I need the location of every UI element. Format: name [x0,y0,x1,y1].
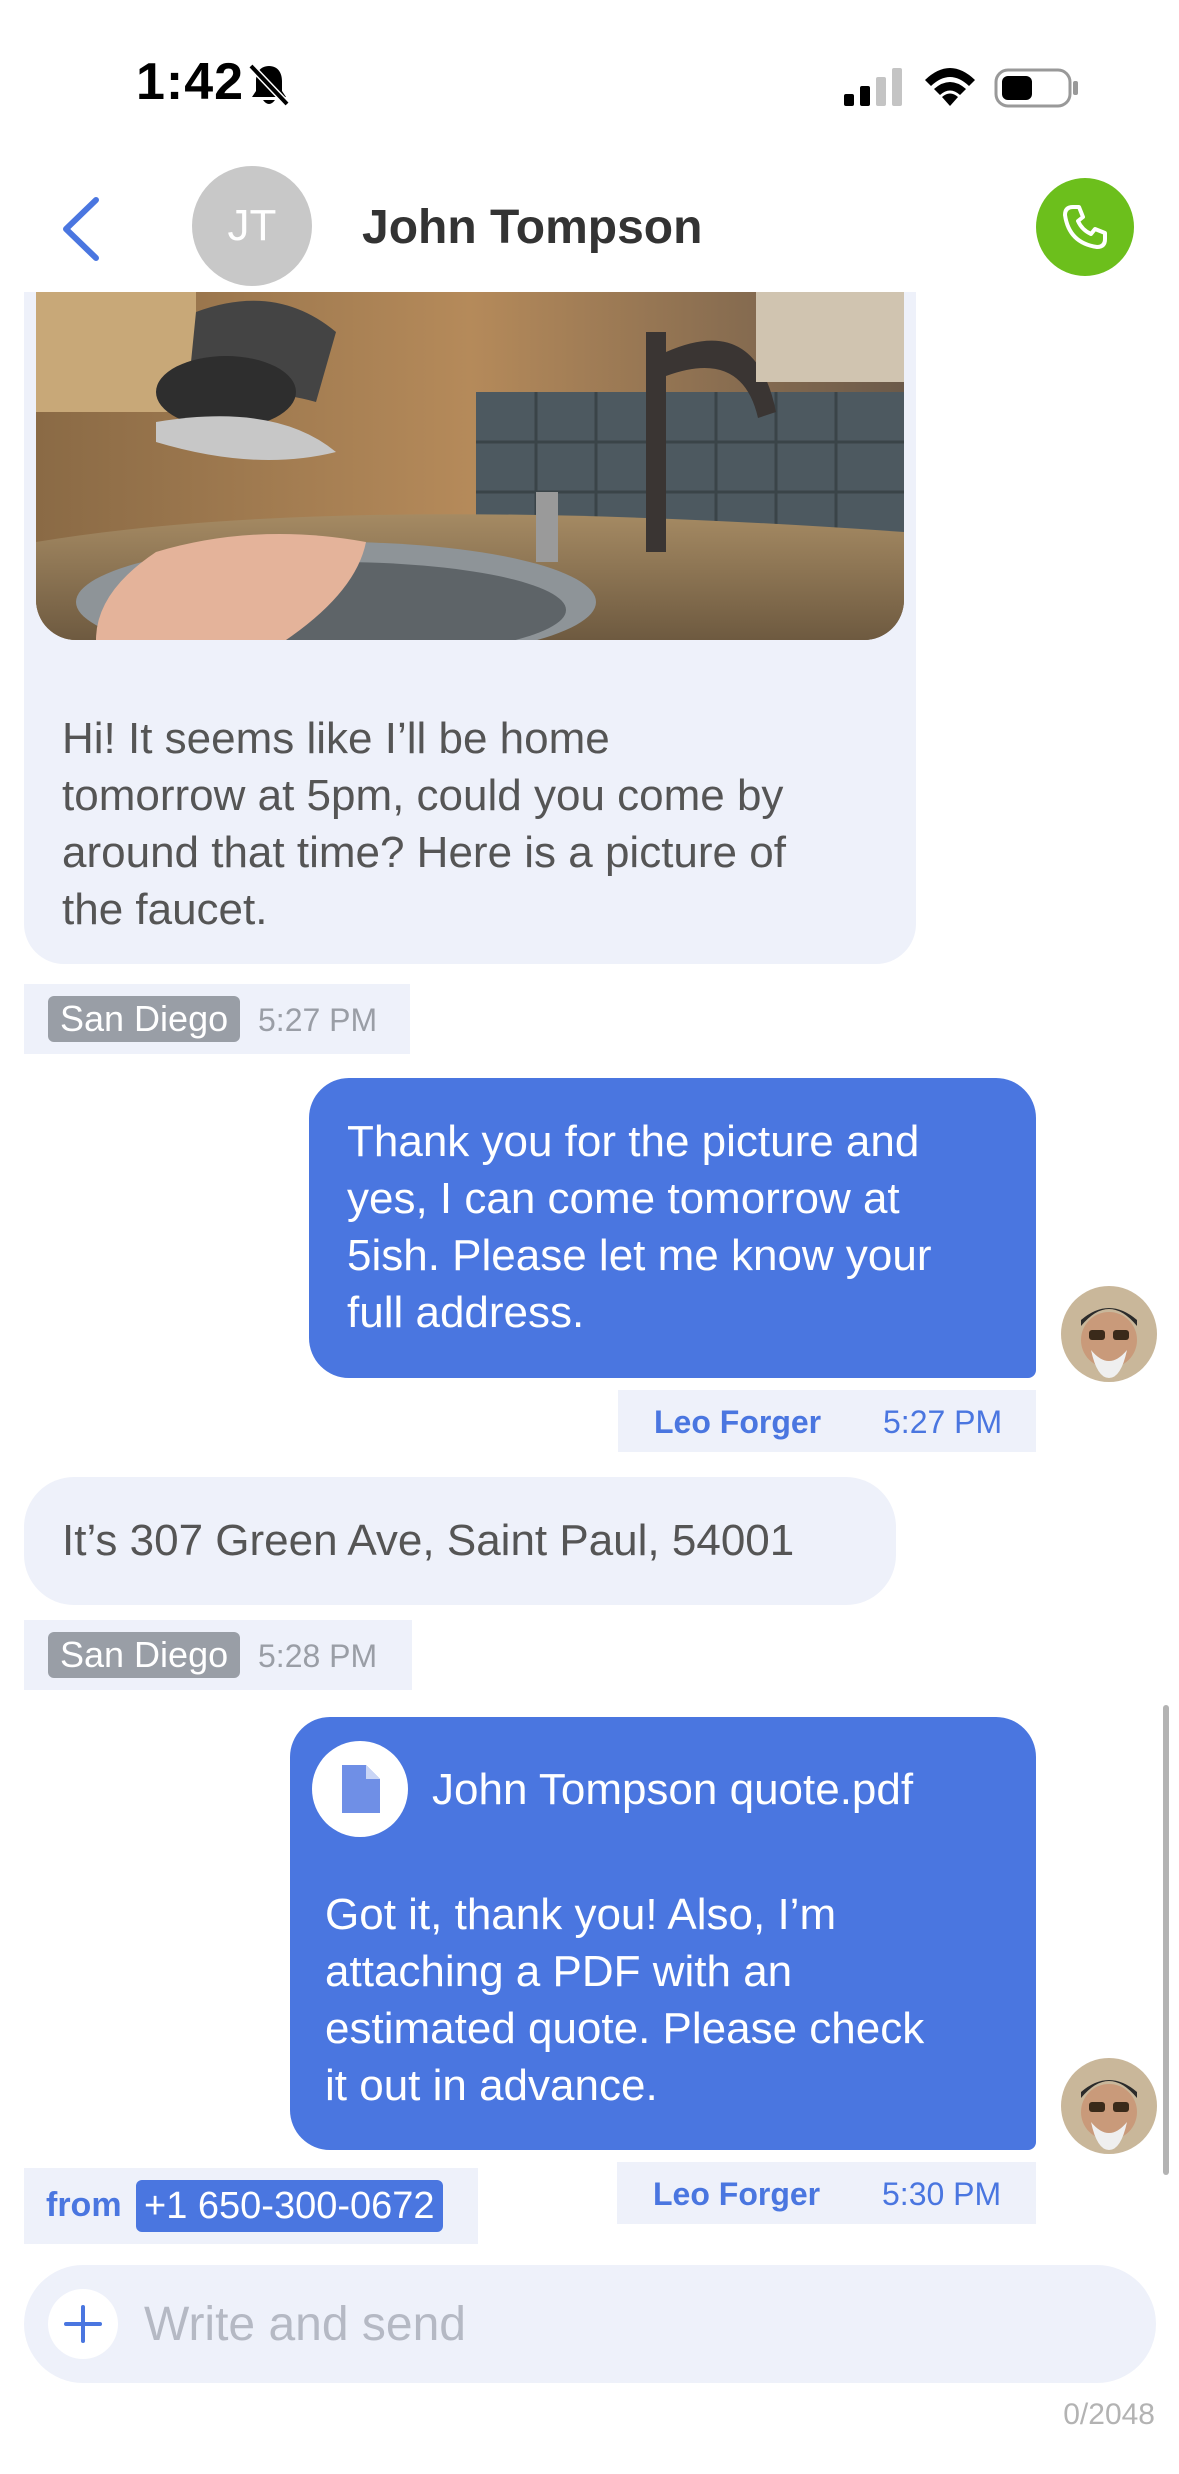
message-line: 5ish. Please let me know your [347,1231,932,1280]
message-text: Hi! It seems like I’ll be home tomorrow … [62,710,786,938]
agent-avatar [1061,2058,1157,2154]
file-attachment[interactable] [312,1741,408,1837]
message-line: It’s 307 Green Ave, Saint Paul, 54001 [62,1516,795,1565]
location-chip: San Diego [48,996,241,1042]
chevron-left-icon[interactable] [56,194,112,264]
message-text: It’s 307 Green Ave, Saint Paul, 54001 [62,1512,794,1569]
phone-icon [1063,205,1107,249]
message-meta: San Diego 5:27 PM [24,984,410,1054]
character-counter: 0/2048 [1063,2398,1155,2431]
status-bar: 1:42 [0,0,1179,150]
timestamp: 5:27 PM [883,1404,1003,1440]
timestamp: 5:28 PM [258,1638,378,1674]
message-line: Hi! It seems like I’ll be home [62,714,610,763]
message-line: tomorrow at 5pm, could you come by [62,771,784,820]
bell-slash-icon [248,63,290,107]
add-attachment-button[interactable] [48,2289,118,2359]
message-line: full address. [347,1288,585,1337]
location-chip: San Diego [48,1632,241,1678]
message-meta: San Diego 5:28 PM [24,1620,412,1690]
file-name[interactable]: John Tompson quote.pdf [432,1761,913,1818]
battery-icon [994,68,1078,108]
document-icon [342,1765,380,1813]
contact-name[interactable]: John Tompson [362,200,702,255]
message-line: Got it, thank you! Also, I’m [325,1890,837,1939]
message-meta: Leo Forger 5:30 PM [617,2162,1036,2224]
message-composer [24,2265,1156,2383]
call-button[interactable] [1036,178,1134,276]
message-line: the faucet. [62,885,268,934]
status-time: 1:42 [136,53,245,111]
timestamp: 5:30 PM [882,2176,1002,2212]
chat-header: JT John Tompson [0,150,1179,290]
message-text: Thank you for the picture and yes, I can… [347,1113,932,1341]
from-number-selector[interactable]: from +1 650-300-0672 [24,2168,478,2244]
timestamp: 5:27 PM [258,1002,378,1038]
wifi-icon [925,68,975,106]
message-line: Thank you for the picture and [347,1117,920,1166]
plus-icon [64,2305,102,2343]
faucet-photo[interactable] [36,292,904,640]
from-label: from [46,2186,122,2224]
message-meta: Leo Forger 5:27 PM [618,1390,1036,1452]
from-phone-number[interactable]: +1 650-300-0672 [136,2180,443,2232]
scrollbar[interactable] [1163,1705,1169,2175]
contact-avatar[interactable]: JT [192,166,312,286]
agent-avatar [1061,1286,1157,1382]
message-line: around that time? Here is a picture of [62,828,786,877]
message-line: attaching a PDF with an [325,1947,793,1996]
message-line: it out in advance. [325,2061,658,2110]
sender-name: Leo Forger [654,1404,822,1440]
cellular-signal-icon [844,68,902,106]
message-line: estimated quote. Please check [325,2004,925,2053]
message-line: yes, I can come tomorrow at [347,1174,900,1223]
message-text: Got it, thank you! Also, I’m attaching a… [325,1886,924,2114]
sender-name: Leo Forger [653,2176,821,2212]
message-input[interactable] [144,2285,1124,2363]
